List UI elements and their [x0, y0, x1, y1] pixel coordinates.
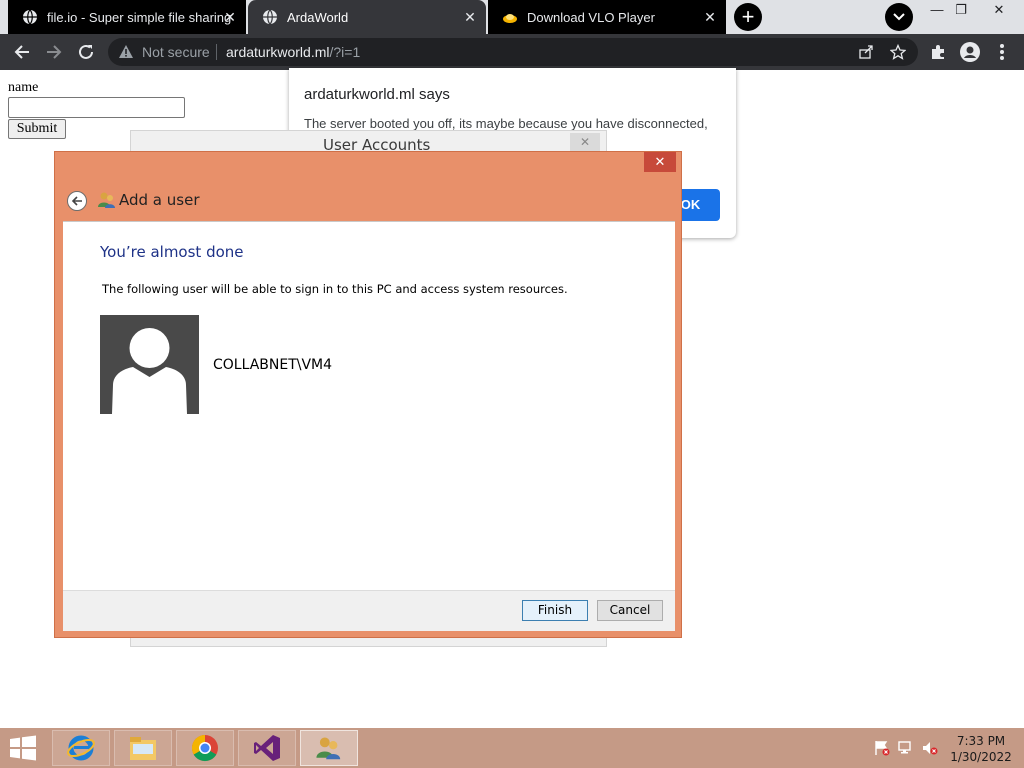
dialog-footer: Finish Cancel	[63, 590, 675, 631]
bookmark-star-icon[interactable]	[889, 43, 907, 65]
cancel-button[interactable]: Cancel	[597, 600, 663, 621]
network-icon[interactable]	[898, 740, 914, 756]
forward-button[interactable]	[42, 40, 66, 64]
globe-icon	[22, 9, 38, 25]
alert-message: The server booted you off, its maybe bec…	[304, 116, 708, 131]
back-button[interactable]	[67, 191, 87, 211]
arrow-right-icon	[47, 45, 62, 59]
arrow-left-icon	[14, 45, 29, 59]
url-text: ardaturkworld.ml/?i=1	[226, 44, 360, 60]
tab-strip: file.io - Super simple file sharing ✕ Ar…	[0, 0, 1024, 34]
user-avatar-icon	[100, 315, 199, 414]
share-icon[interactable]	[858, 44, 874, 65]
volume-muted-icon[interactable]	[922, 740, 938, 756]
name-label: name	[8, 80, 39, 95]
url-path: /?i=1	[329, 44, 361, 60]
address-bar[interactable]: Not secure ardaturkworld.ml/?i=1	[108, 38, 918, 66]
avatar-icon	[960, 42, 980, 62]
tab-title: ArdaWorld	[287, 9, 349, 25]
system-clock[interactable]: 7:33 PM 1/30/2022	[950, 733, 1012, 765]
omnibox-divider	[216, 44, 217, 60]
action-center-flag-icon[interactable]	[874, 740, 890, 756]
add-user-close-button[interactable]: ✕	[644, 152, 676, 172]
restore-button[interactable]: ❐	[946, 0, 976, 24]
profile-button[interactable]	[958, 40, 982, 64]
submit-button[interactable]: Submit	[8, 119, 66, 139]
taskbar-file-explorer[interactable]	[114, 730, 172, 766]
taskbar-user-accounts[interactable]	[300, 730, 358, 766]
taskbar: 7:33 PM 1/30/2022	[0, 728, 1024, 768]
users-icon	[97, 190, 117, 210]
clock-date: 1/30/2022	[950, 750, 1012, 764]
clock-time: 7:33 PM	[956, 734, 1006, 748]
menu-button[interactable]	[990, 40, 1014, 64]
close-icon[interactable]: ✕	[462, 9, 478, 25]
user-accounts-close-button[interactable]: ✕	[570, 133, 600, 151]
taskbar-chrome[interactable]	[176, 730, 234, 766]
new-tab-button[interactable]: +	[734, 3, 762, 31]
start-button[interactable]	[8, 735, 38, 763]
windows-logo-icon	[10, 735, 36, 761]
users-icon	[316, 737, 341, 760]
dialog-heading: You’re almost done	[100, 243, 244, 261]
tab-vlo-player[interactable]: Download VLO Player ✕	[488, 0, 726, 34]
more-vertical-icon	[1000, 44, 1004, 60]
tab-title: file.io - Super simple file sharing	[47, 9, 232, 25]
dialog-content: You’re almost done The following user wi…	[63, 221, 675, 590]
dialog-description: The following user will be able to sign …	[102, 282, 568, 296]
internet-explorer-icon	[67, 735, 95, 761]
visual-studio-icon	[254, 735, 280, 761]
tab-fileio[interactable]: file.io - Super simple file sharing ✕	[8, 0, 246, 34]
vlc-icon	[502, 9, 518, 25]
globe-icon	[262, 9, 278, 25]
url-host: ardaturkworld.ml	[226, 44, 330, 60]
alert-title: ardaturkworld.ml says	[304, 86, 450, 103]
tab-search-button[interactable]	[885, 3, 913, 31]
warning-icon[interactable]	[118, 44, 134, 65]
security-label[interactable]: Not secure	[142, 44, 210, 60]
account-name: COLLABNET\VM4	[213, 357, 333, 373]
back-button[interactable]	[10, 40, 34, 64]
folder-icon	[130, 737, 156, 760]
add-user-dialog: ✕ Add a user You’re almost done The foll…	[54, 151, 682, 638]
window-close-button[interactable]: ✕	[984, 0, 1014, 24]
tab-title: Download VLO Player	[527, 9, 655, 25]
chrome-icon	[191, 734, 218, 762]
extensions-button[interactable]	[926, 40, 950, 64]
name-input[interactable]	[8, 97, 185, 118]
tab-ardaworld[interactable]: ArdaWorld ✕	[248, 0, 486, 34]
finish-button[interactable]: Finish	[522, 600, 588, 621]
close-icon[interactable]: ✕	[702, 9, 718, 25]
dialog-title: Add a user	[119, 191, 200, 209]
taskbar-visual-studio[interactable]	[238, 730, 296, 766]
close-icon[interactable]: ✕	[222, 9, 238, 25]
puzzle-icon	[932, 45, 944, 59]
arrow-left-icon	[71, 196, 82, 206]
chevron-down-icon	[893, 13, 905, 21]
reload-icon	[79, 44, 93, 59]
taskbar-internet-explorer[interactable]	[52, 730, 110, 766]
reload-button[interactable]	[74, 40, 98, 64]
